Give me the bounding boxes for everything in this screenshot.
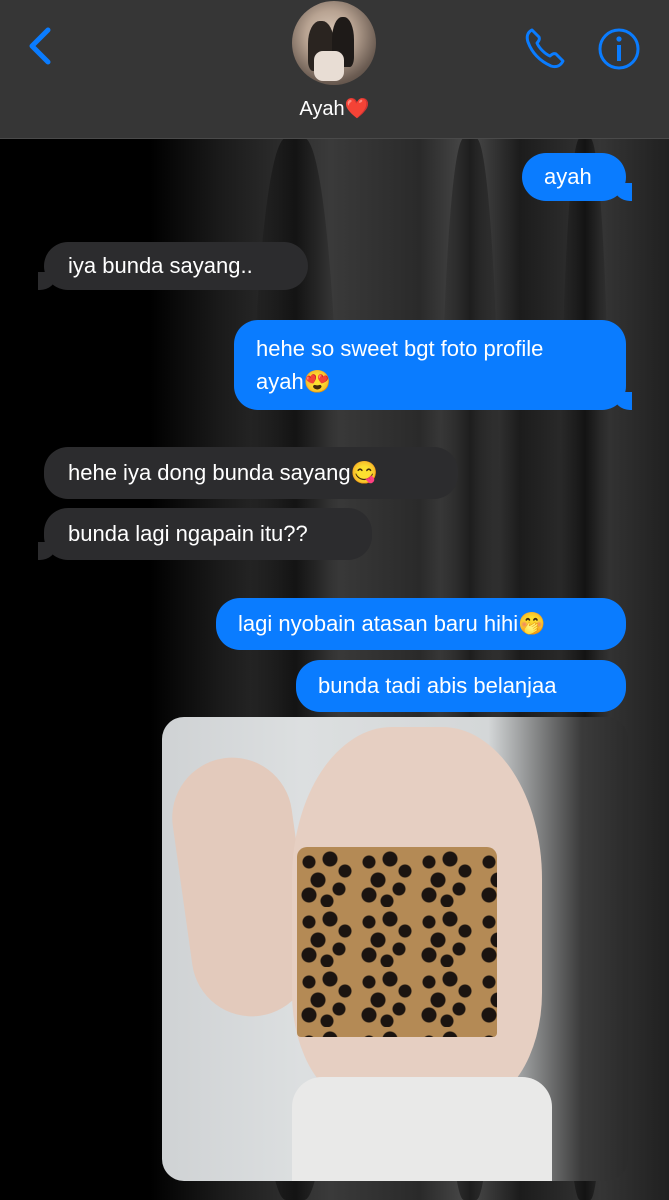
message-bubble-outgoing[interactable]: bunda tadi abis belanjaa — [296, 660, 626, 712]
message-text: lagi nyobain atasan baru hihi — [238, 611, 519, 636]
contact-name-label: Ayah — [299, 98, 345, 120]
message-bubble-outgoing[interactable]: hehe so sweet bgt foto profile ayah😍 — [234, 320, 632, 410]
avatar[interactable] — [292, 1, 376, 85]
photo-attachment[interactable] — [162, 717, 628, 1181]
yum-emoji: 😋 — [350, 460, 378, 485]
phone-icon[interactable] — [522, 26, 568, 70]
message-text: bunda lagi ngapain itu?? — [68, 521, 308, 546]
message-bubble-incoming[interactable]: iya bunda sayang.. — [38, 242, 308, 290]
message-text: hehe so sweet bgt foto profile — [256, 336, 544, 361]
heart-eyes-emoji: 😍 — [303, 369, 332, 394]
message-bubble-outgoing[interactable]: lagi nyobain atasan baru hihi🤭 — [216, 598, 626, 650]
message-text: hehe iya dong bunda sayang — [68, 460, 351, 485]
message-text: ayah — [544, 164, 592, 189]
message-bubble-incoming[interactable]: hehe iya dong bunda sayang😋 — [44, 447, 458, 499]
message-text: bunda tadi abis belanjaa — [318, 673, 557, 698]
message-bubble-incoming[interactable]: bunda lagi ngapain itu?? — [38, 508, 372, 560]
contact-name[interactable]: Ayah❤️ — [0, 96, 669, 121]
info-icon[interactable] — [597, 27, 641, 71]
heart-emoji: ❤️ — [344, 98, 370, 120]
conversation-header: Ayah❤️ — [0, 0, 669, 139]
message-text: ayah — [256, 369, 304, 394]
message-bubble-outgoing[interactable]: ayah — [522, 153, 632, 201]
chevron-left-icon[interactable] — [24, 26, 60, 66]
hand-over-mouth-emoji: 🤭 — [518, 611, 546, 636]
message-text: iya bunda sayang.. — [68, 253, 253, 278]
